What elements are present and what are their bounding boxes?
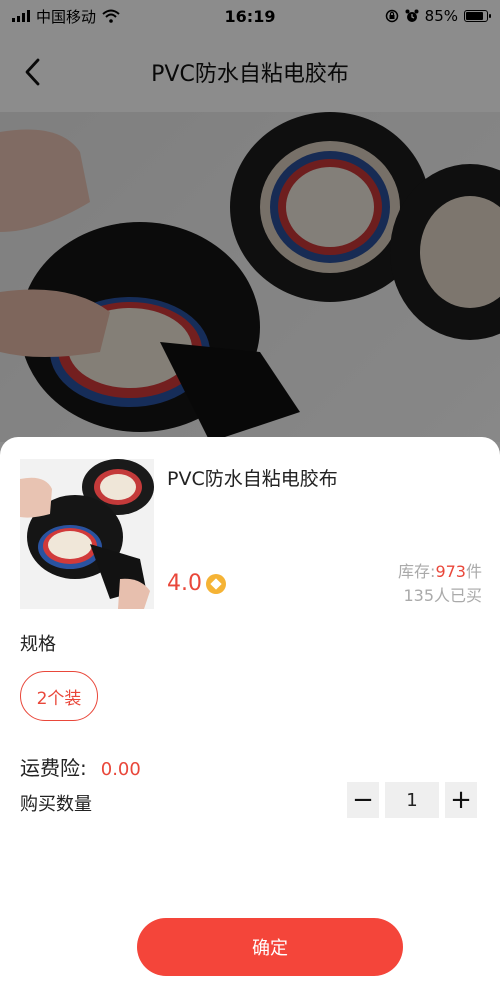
decrement-button[interactable]: − <box>347 782 379 818</box>
status-time: 16:19 <box>224 6 276 26</box>
shipping-insurance: 运费险: 0.00 <box>20 752 141 781</box>
quantity-stepper: − 1 + <box>347 782 477 818</box>
stock-unit: 件 <box>465 562 482 581</box>
stock-label: 库存: <box>398 562 436 581</box>
sold-count: 135人已买 <box>403 586 482 605</box>
back-button[interactable] <box>14 52 50 92</box>
status-left: 中国移动 <box>12 6 120 27</box>
page-title: PVC防水自粘电胶布 <box>151 62 349 87</box>
spec-option-chip[interactable]: 2个装 <box>20 671 98 721</box>
wifi-icon <box>102 9 120 23</box>
product-hero-image <box>0 112 500 442</box>
product-thumbnail <box>20 459 154 609</box>
stock-count: 973 <box>435 562 466 581</box>
increment-button[interactable]: + <box>445 782 477 818</box>
insurance-label: 运费险: <box>20 756 87 780</box>
lock-rotation-icon <box>385 9 398 23</box>
alarm-icon <box>405 9 419 22</box>
sku-bottom-sheet: PVC防水自粘电胶布 4.0 库存:973件 135人已买 规格 2个装 运费险… <box>0 437 500 1000</box>
signal-icon <box>12 10 30 22</box>
chevron-left-icon <box>25 58 40 86</box>
stock-line: 库存:973件 <box>398 560 482 584</box>
insurance-value: 0.00 <box>100 759 141 780</box>
stock-info: 库存:973件 135人已买 <box>398 560 482 608</box>
nav-header: PVC防水自粘电胶布 <box>0 32 500 112</box>
price: 4.0 <box>167 571 202 596</box>
battery-icon <box>464 10 491 22</box>
coin-icon <box>206 573 226 594</box>
quantity-value[interactable]: 1 <box>385 782 439 818</box>
price-row: 4.0 <box>167 571 226 596</box>
battery-percent: 85% <box>424 7 458 25</box>
status-right: 85% <box>385 7 491 25</box>
spec-label: 规格 <box>20 634 56 655</box>
product-name: PVC防水自粘电胶布 <box>167 468 338 490</box>
confirm-button[interactable]: 确定 <box>137 918 403 976</box>
carrier-label: 中国移动 <box>36 7 97 26</box>
status-bar: 中国移动 16:19 85% <box>0 0 500 32</box>
quantity-label: 购买数量 <box>20 794 92 815</box>
